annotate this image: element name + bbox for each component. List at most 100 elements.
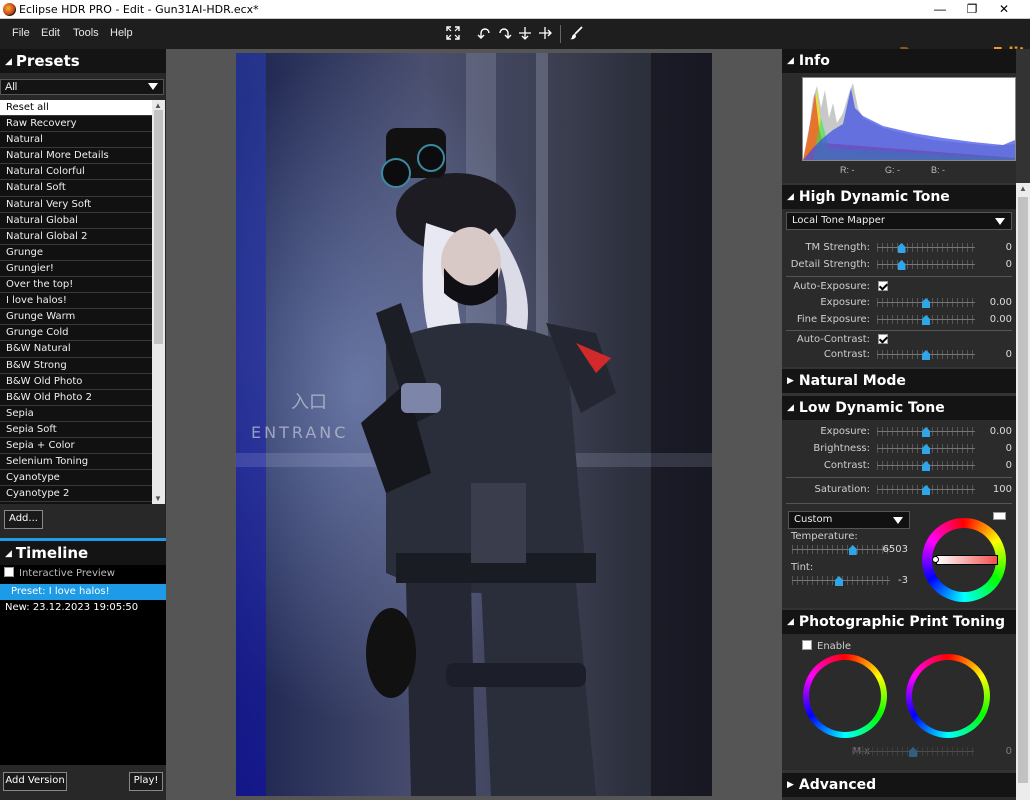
menu-edit[interactable]: Edit bbox=[41, 27, 60, 39]
print-toning-header[interactable]: ◢ Photographic Print Toning bbox=[782, 610, 1016, 634]
mix-value: 0 bbox=[1005, 746, 1012, 757]
exposure-slider[interactable]: Exposure: 0.00 bbox=[782, 295, 1016, 311]
ld-exposure-slider[interactable]: Exposure: 0.00 bbox=[782, 424, 1016, 440]
rotate-left-icon[interactable] bbox=[476, 26, 492, 42]
preset-item[interactable]: Sepia bbox=[0, 406, 152, 422]
minimize-button[interactable]: — bbox=[924, 0, 956, 18]
preset-item[interactable]: Raw Recovery bbox=[0, 116, 152, 133]
preset-list-scrollbar[interactable]: ▲ ▼ bbox=[152, 100, 165, 504]
scroll-up-icon[interactable]: ▲ bbox=[154, 101, 162, 110]
tm-strength-slider[interactable]: TM Strength: 0 bbox=[782, 240, 1016, 256]
white-balance-select[interactable]: Custom bbox=[788, 511, 910, 529]
fine-exposure-slider[interactable]: Fine Exposure: 0.00 bbox=[782, 312, 1016, 328]
close-button[interactable]: ✕ bbox=[988, 0, 1020, 18]
slider-value: 0.00 bbox=[989, 426, 1012, 437]
preset-item[interactable]: Over the top! bbox=[0, 277, 152, 294]
mix-slider[interactable]: Mix 0 bbox=[782, 744, 1016, 760]
preset-item[interactable]: B&W Old Photo 2 bbox=[0, 390, 152, 406]
menu-file[interactable]: File bbox=[12, 27, 30, 39]
expand-triangle-icon: ▶ bbox=[787, 780, 794, 790]
slider-label: Detail Strength: bbox=[790, 259, 870, 270]
advanced-header[interactable]: ▶ Advanced bbox=[782, 773, 1016, 797]
shadows-toning-wheel[interactable] bbox=[906, 654, 990, 738]
add-preset-button[interactable]: Add... bbox=[4, 510, 43, 529]
slider-value: 0 bbox=[1005, 349, 1012, 360]
ld-contrast-slider[interactable]: Contrast: 0 bbox=[782, 458, 1016, 474]
preset-item[interactable]: Natural Colorful bbox=[0, 164, 152, 181]
photo-preview[interactable]: 入口 ENTRANC bbox=[236, 53, 712, 796]
preset-item[interactable]: Grunge Cold bbox=[0, 325, 152, 342]
preset-item[interactable]: Natural Global 2 bbox=[0, 229, 152, 245]
slider-value: 100 bbox=[992, 484, 1012, 495]
tint-slider[interactable]: -3 bbox=[697, 573, 912, 589]
scroll-down-icon[interactable]: ▼ bbox=[154, 494, 162, 503]
enable-toning-option[interactable]: Enable bbox=[802, 640, 851, 652]
temperature-slider[interactable]: 6503 bbox=[697, 542, 912, 558]
slider-value: 0.00 bbox=[989, 314, 1012, 325]
interactive-preview-option[interactable]: Interactive Preview bbox=[4, 567, 115, 579]
timeline-item[interactable]: New: 23.12.2023 19:05:50 bbox=[0, 600, 166, 616]
menu-help[interactable]: Help bbox=[110, 27, 133, 39]
preset-item[interactable]: Natural Very Soft bbox=[0, 197, 152, 213]
preset-item[interactable]: Grunge Warm bbox=[0, 309, 152, 326]
highlights-toning-wheel[interactable] bbox=[803, 654, 887, 738]
preset-item[interactable]: Cyanotype bbox=[0, 470, 152, 487]
tone-mapping-header[interactable]: ◢High Dynamic Tone Mapping bbox=[782, 185, 1016, 229]
white-balance-wheel[interactable] bbox=[922, 518, 1006, 602]
low-dynamic-header[interactable]: ◢ Low Dynamic Tone bbox=[782, 396, 1016, 420]
contrast-slider[interactable]: Contrast: 0 bbox=[782, 347, 1016, 363]
preset-item[interactable]: I love halos! bbox=[0, 293, 152, 310]
preset-filter-select[interactable]: All bbox=[0, 79, 164, 95]
preset-item[interactable]: Grunge bbox=[0, 245, 152, 261]
advanced-title: Advanced bbox=[798, 777, 877, 793]
slider-value: 6503 bbox=[882, 544, 908, 555]
preset-item[interactable]: Natural More Details bbox=[0, 148, 152, 165]
preset-item[interactable]: B&W Old Photo bbox=[0, 374, 152, 390]
preset-item[interactable]: B&W Strong bbox=[0, 358, 152, 374]
brush-icon[interactable] bbox=[568, 26, 584, 42]
slider-value: 0 bbox=[1005, 259, 1012, 270]
preset-item[interactable]: Grungier! bbox=[0, 261, 152, 278]
scrollbar-thumb[interactable] bbox=[1018, 197, 1028, 783]
preset-item[interactable]: Selenium Toning bbox=[0, 454, 152, 471]
presets-header[interactable]: ◢ Presets bbox=[0, 49, 166, 73]
brightness-slider[interactable]: Brightness: 0 bbox=[782, 441, 1016, 457]
preset-item[interactable]: Sepia + Color bbox=[0, 438, 152, 455]
preset-item[interactable]: B&W Natural bbox=[0, 341, 152, 358]
play-button[interactable]: Play! bbox=[129, 772, 163, 791]
scrollbar-thumb[interactable] bbox=[154, 110, 163, 344]
preset-item[interactable]: Natural bbox=[0, 132, 152, 149]
auto-contrast-checkbox[interactable] bbox=[878, 334, 888, 344]
preset-item[interactable]: Reset all bbox=[0, 100, 152, 117]
timeline-header[interactable]: ◢ Timeline bbox=[0, 541, 166, 565]
right-panel-scrollbar[interactable]: ▲ bbox=[1016, 183, 1030, 800]
menu-bar: File Edit Tools Help Browse >Edit bbox=[0, 19, 1030, 62]
rotate-right-icon[interactable] bbox=[497, 26, 513, 42]
add-version-button[interactable]: Add Version bbox=[3, 772, 67, 791]
enable-toning-checkbox[interactable] bbox=[802, 640, 812, 650]
saturation-slider[interactable]: Saturation: 100 bbox=[782, 482, 1016, 498]
preset-item[interactable]: Natural Global bbox=[0, 213, 152, 229]
info-header[interactable]: ◢ Info bbox=[782, 49, 1016, 73]
natural-mode-header[interactable]: ▶ Natural Mode bbox=[782, 369, 1016, 393]
scroll-up-icon[interactable]: ▲ bbox=[1019, 184, 1027, 193]
flip-vertical-icon[interactable] bbox=[517, 26, 533, 42]
red-readout: R: - bbox=[840, 165, 855, 175]
maximize-button[interactable]: ❐ bbox=[956, 0, 988, 18]
flip-horizontal-icon[interactable] bbox=[537, 26, 553, 42]
fit-screen-icon[interactable] bbox=[445, 26, 461, 42]
timeline-item[interactable]: Preset: I love halos! bbox=[0, 584, 166, 600]
tone-mapper-select[interactable]: Local Tone Mapper bbox=[786, 212, 1012, 230]
preset-item[interactable]: Sepia Soft bbox=[0, 422, 152, 438]
preset-item[interactable]: Natural Soft bbox=[0, 180, 152, 197]
detail-strength-slider[interactable]: Detail Strength: 0 bbox=[782, 257, 1016, 273]
preset-item[interactable]: Cyanotype 2 bbox=[0, 486, 152, 503]
auto-exposure-checkbox[interactable] bbox=[878, 281, 888, 291]
interactive-preview-checkbox[interactable] bbox=[4, 567, 14, 577]
white-swatch[interactable] bbox=[993, 512, 1006, 520]
presets-title: Presets bbox=[15, 52, 80, 70]
slider-value: 0.00 bbox=[989, 297, 1012, 308]
slider-label: Contrast: bbox=[823, 460, 870, 471]
menu-tools[interactable]: Tools bbox=[73, 27, 99, 39]
wheel-handle[interactable] bbox=[932, 556, 939, 563]
